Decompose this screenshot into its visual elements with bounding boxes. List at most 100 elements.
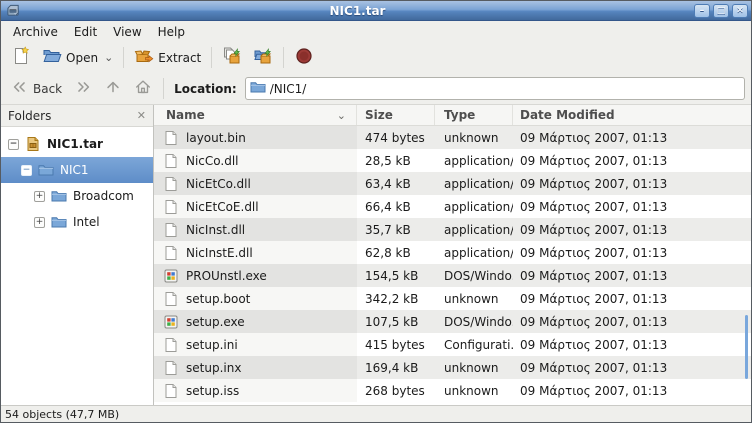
menu-archive[interactable]: Archive: [5, 23, 66, 41]
tree-item-broadcom[interactable]: + Broadcom: [1, 183, 153, 209]
open-folder-icon: [42, 46, 62, 69]
file-type: unknown: [435, 131, 513, 145]
tree-item-nic1-tar[interactable]: − NIC1.tar: [1, 131, 153, 157]
open-dropdown-icon[interactable]: ⌄: [104, 51, 113, 64]
file-size: 66,4 kB: [357, 200, 435, 214]
file-name: NicEtCoE.dll: [186, 200, 259, 214]
file-type: unknown: [435, 292, 513, 306]
file-type: application/...: [435, 200, 513, 214]
file-name-cell: NicEtCo.dll: [154, 172, 357, 195]
vertical-scrollbar[interactable]: [745, 315, 748, 379]
file-name: NicInstE.dll: [186, 246, 253, 260]
back-button[interactable]: Back: [6, 75, 67, 102]
location-input[interactable]: [270, 82, 740, 96]
table-row[interactable]: PROUnstl.exe 154,5 kB DOS/Windo... 09 Μά…: [154, 264, 751, 287]
extract-label: Extract: [158, 51, 201, 65]
table-row[interactable]: NicEtCoE.dll 66,4 kB application/... 09 …: [154, 195, 751, 218]
open-archive-button[interactable]: Open ⌄: [37, 43, 118, 72]
table-row[interactable]: setup.inx 169,4 kB unknown 09 Μάρτιος 20…: [154, 356, 751, 379]
table-row[interactable]: setup.exe 107,5 kB DOS/Windo... 09 Μάρτι…: [154, 310, 751, 333]
file-size: 107,5 kB: [357, 315, 435, 329]
extract-button[interactable]: Extract: [129, 43, 206, 72]
statusbar: 54 objects (47,7 MB): [1, 405, 751, 422]
forward-button[interactable]: [69, 75, 97, 102]
menu-edit[interactable]: Edit: [66, 23, 105, 41]
new-archive-button[interactable]: [6, 43, 36, 72]
minimize-button[interactable]: –: [694, 4, 710, 18]
expander-icon[interactable]: −: [21, 165, 32, 176]
file-icon: [163, 130, 179, 146]
tree-item-intel[interactable]: + Intel: [1, 209, 153, 235]
file-name: PROUnstl.exe: [186, 269, 267, 283]
table-header: Name ⌄ Size Type Date Modified: [154, 105, 751, 126]
file-name-cell: setup.iss: [154, 379, 357, 402]
maximize-button[interactable]: □: [713, 4, 729, 18]
back-label: Back: [33, 82, 62, 96]
expander-icon[interactable]: +: [34, 217, 45, 228]
table-row[interactable]: NicCo.dll 28,5 kB application/... 09 Μάρ…: [154, 149, 751, 172]
archive-icon: [25, 136, 41, 152]
file-icon: [163, 199, 179, 215]
up-arrow-icon: [104, 78, 122, 99]
menu-view[interactable]: View: [105, 23, 149, 41]
open-label: Open: [66, 51, 98, 65]
file-name-cell: NicInst.dll: [154, 218, 357, 241]
column-header-name[interactable]: Name ⌄: [154, 105, 357, 125]
close-panel-icon[interactable]: ✕: [137, 109, 146, 122]
file-type: DOS/Windo...: [435, 269, 513, 283]
file-date-modified: 09 Μάρτιος 2007, 01:13: [513, 338, 751, 352]
menu-help[interactable]: Help: [150, 23, 193, 41]
file-name-cell: setup.inx: [154, 356, 357, 379]
window-title: NIC1.tar: [21, 4, 694, 18]
location-entry[interactable]: [245, 77, 745, 100]
executable-file-icon: [163, 314, 179, 330]
folders-sidebar: Folders ✕ − NIC1.tar − NIC1 + Broadcom: [1, 105, 154, 405]
tree-item-label: NIC1: [60, 163, 89, 177]
forward-arrow-icon: [74, 78, 92, 99]
file-size: 35,7 kB: [357, 223, 435, 237]
column-header-size[interactable]: Size: [357, 105, 435, 125]
tree-item-label: NIC1.tar: [47, 137, 103, 151]
file-name: setup.iss: [186, 384, 239, 398]
table-row[interactable]: layout.bin 474 bytes unknown 09 Μάρτιος …: [154, 126, 751, 149]
file-date-modified: 09 Μάρτιος 2007, 01:13: [513, 269, 751, 283]
table-row[interactable]: setup.iss 268 bytes unknown 09 Μάρτιος 2…: [154, 379, 751, 402]
close-button[interactable]: ✕: [732, 4, 748, 18]
file-type: unknown: [435, 384, 513, 398]
expander-icon[interactable]: +: [34, 191, 45, 202]
add-files-button[interactable]: [217, 43, 247, 72]
file-name-cell: PROUnstl.exe: [154, 264, 357, 287]
file-date-modified: 09 Μάρτιος 2007, 01:13: [513, 315, 751, 329]
column-header-type[interactable]: Type: [435, 105, 513, 125]
file-icon: [163, 337, 179, 353]
home-button[interactable]: [129, 75, 157, 102]
column-header-date-modified[interactable]: Date Modified: [513, 105, 751, 125]
expander-icon[interactable]: −: [8, 139, 19, 150]
file-icon: [163, 360, 179, 376]
table-row[interactable]: setup.ini 415 bytes Configurati... 09 Μά…: [154, 333, 751, 356]
folder-icon: [250, 79, 266, 99]
file-size: 169,4 kB: [357, 361, 435, 375]
stop-button[interactable]: [289, 43, 319, 72]
file-type: application/...: [435, 154, 513, 168]
executable-file-icon: [163, 268, 179, 284]
tree-item-nic1[interactable]: − NIC1: [1, 157, 153, 183]
toolbar: Open ⌄ Extract: [1, 42, 751, 73]
navbar-separator: [163, 78, 164, 99]
column-label: Name: [166, 108, 205, 122]
table-row[interactable]: NicInst.dll 35,7 kB application/... 09 Μ…: [154, 218, 751, 241]
add-folder-button[interactable]: [248, 43, 278, 72]
file-name-cell: setup.ini: [154, 333, 357, 356]
file-size: 342,2 kB: [357, 292, 435, 306]
up-button[interactable]: [99, 75, 127, 102]
table-row[interactable]: NicEtCo.dll 63,4 kB application/... 09 Μ…: [154, 172, 751, 195]
file-date-modified: 09 Μάρτιος 2007, 01:13: [513, 177, 751, 191]
archive-manager-window: NIC1.tar – □ ✕ Archive Edit View Help Op…: [0, 0, 752, 423]
file-size: 268 bytes: [357, 384, 435, 398]
table-row[interactable]: NicInstE.dll 62,8 kB application/... 09 …: [154, 241, 751, 264]
add-files-icon: [222, 46, 242, 69]
table-row[interactable]: setup.boot 342,2 kB unknown 09 Μάρτιος 2…: [154, 287, 751, 310]
back-arrow-icon: [11, 78, 29, 99]
file-type: Configurati...: [435, 338, 513, 352]
titlebar[interactable]: NIC1.tar – □ ✕: [1, 1, 751, 21]
